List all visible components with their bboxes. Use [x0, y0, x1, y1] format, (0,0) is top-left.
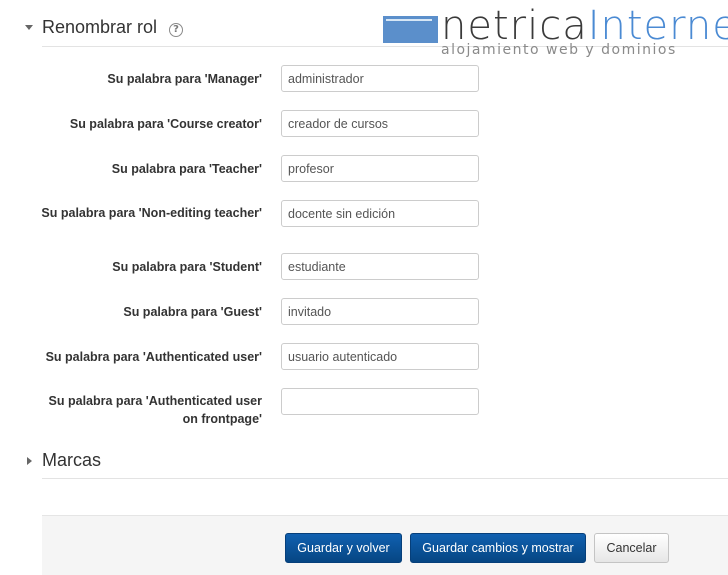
role-name-input-non-editing-teacher[interactable]	[281, 200, 479, 227]
field-label: Su palabra para 'Guest'	[123, 305, 262, 319]
logo-mark	[383, 16, 438, 43]
role-name-input-teacher[interactable]	[281, 155, 479, 182]
logo-tagline: alojamiento web y dominios	[441, 42, 677, 58]
section-marcas-toggle[interactable]: Marcas	[24, 450, 101, 471]
field-label: Su palabra para 'Student'	[112, 260, 262, 274]
logo-name: netricaInternet	[441, 3, 728, 49]
role-name-input-authenticated-frontpage[interactable]	[281, 388, 479, 415]
cancel-button[interactable]: Cancelar	[594, 533, 669, 563]
section-title: Marcas	[42, 450, 102, 470]
role-name-input-student[interactable]	[281, 253, 479, 280]
field-label: Su palabra para 'Authenticated user on f…	[48, 394, 262, 426]
role-name-input-course-creator[interactable]	[281, 110, 479, 137]
netrica-logo: netricaInternet alojamiento web y domini…	[383, 6, 728, 62]
section-title: Renombrar rol	[42, 17, 158, 37]
save-and-display-button[interactable]: Guardar cambios y mostrar	[410, 533, 586, 563]
role-name-input-guest[interactable]	[281, 298, 479, 325]
field-label: Su palabra para 'Authenticated user'	[45, 350, 262, 364]
form-footer: Guardar y volver Guardar cambios y mostr…	[42, 515, 728, 575]
role-name-input-authenticated-user[interactable]	[281, 343, 479, 370]
caret-right-icon	[24, 456, 34, 465]
save-and-return-button[interactable]: Guardar y volver	[285, 533, 402, 563]
role-name-input-manager[interactable]	[281, 65, 479, 92]
field-label: Su palabra para 'Course creator'	[69, 117, 262, 131]
section-divider	[42, 478, 728, 479]
field-label: Su palabra para 'Non-editing teacher'	[41, 206, 262, 220]
caret-down-icon	[24, 25, 34, 30]
section-renombrar-rol-toggle[interactable]: Renombrar rol ?	[24, 17, 184, 38]
field-label: Su palabra para 'Manager'	[107, 72, 262, 86]
help-icon[interactable]: ?	[169, 22, 184, 37]
field-label: Su palabra para 'Teacher'	[111, 162, 262, 176]
